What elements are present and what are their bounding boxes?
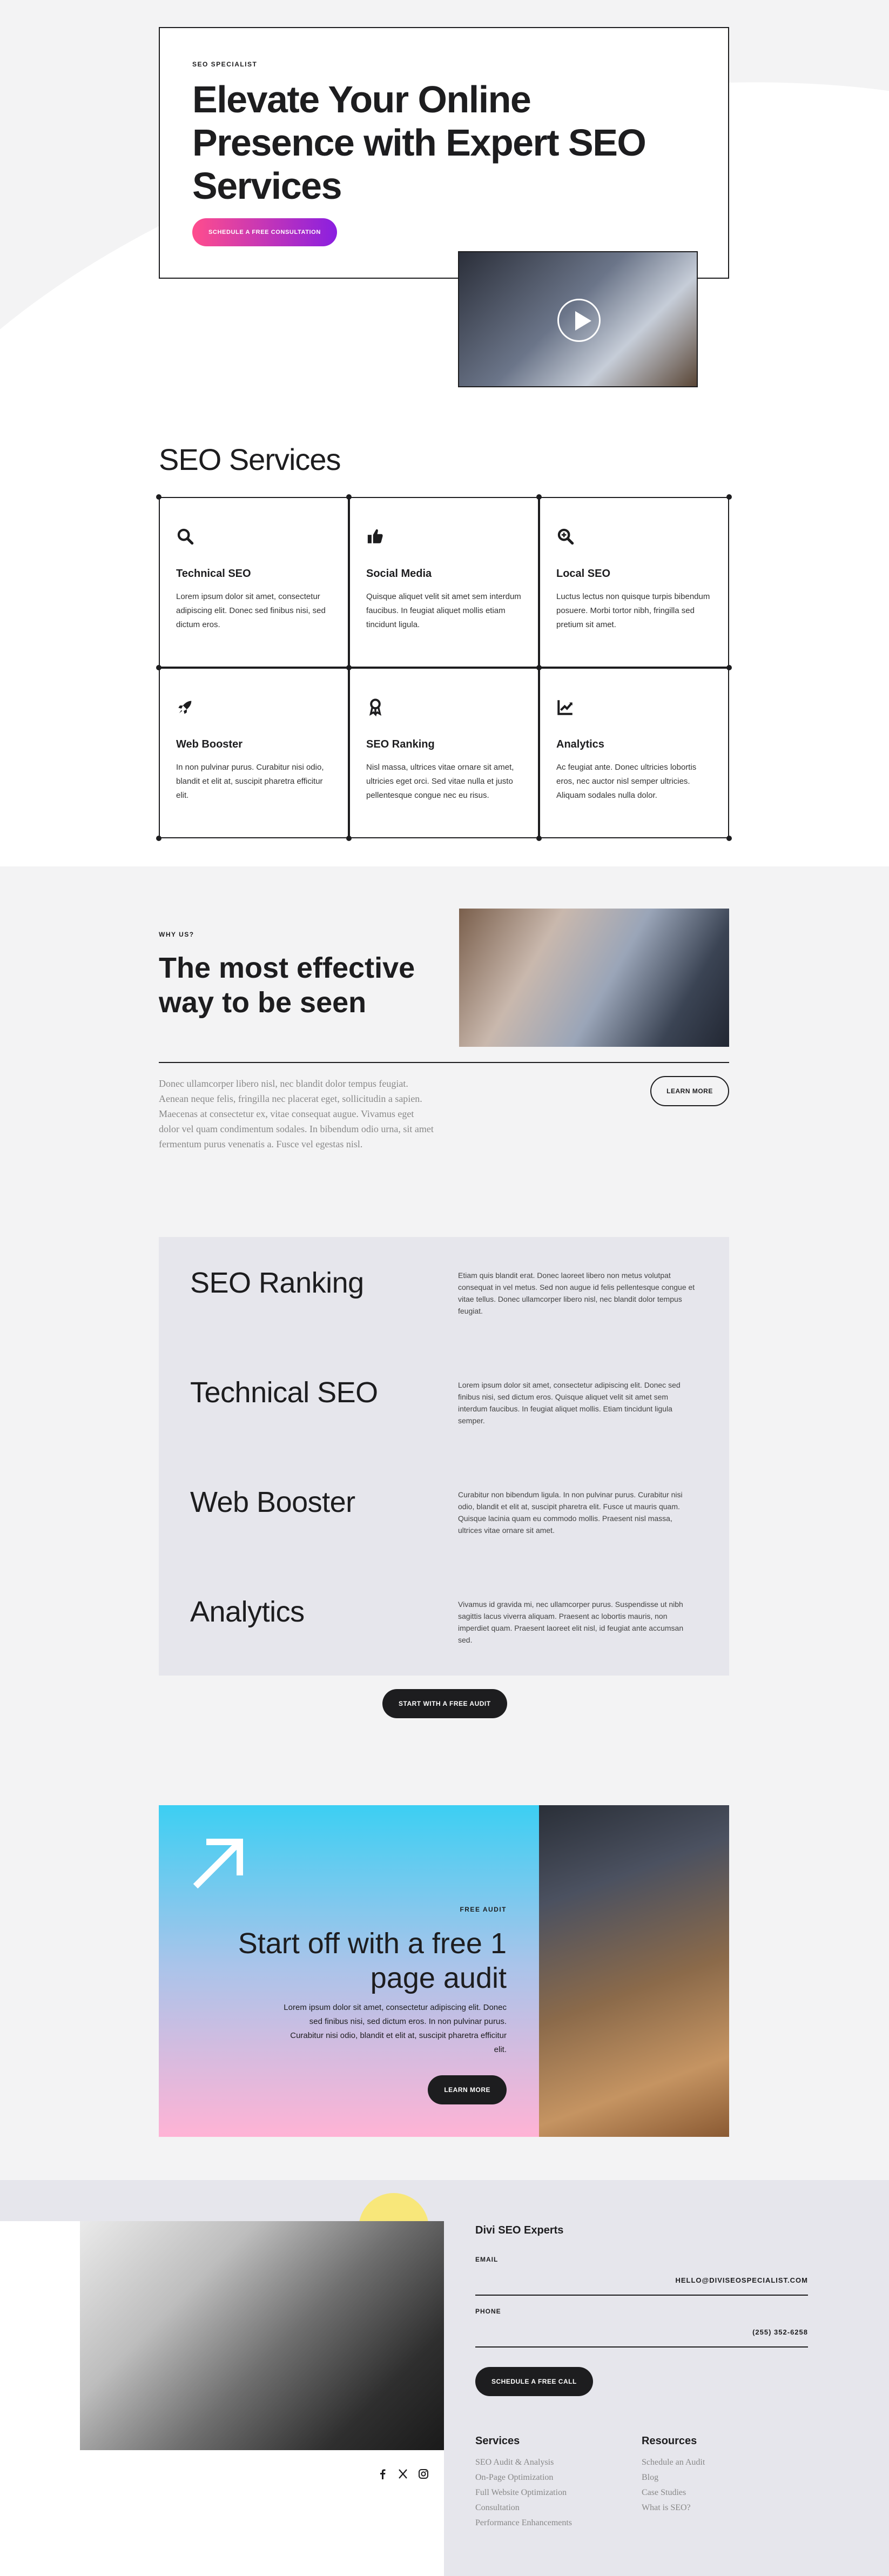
feature-text: Etiam quis blandit erat. Donec laoreet l… [458,1271,695,1315]
feature-text: Vivamus id gravida mi, nec ullamcorper p… [458,1600,684,1644]
grid-dot [536,836,542,841]
facebook-icon[interactable] [376,2467,389,2480]
feature-row-technical-seo[interactable]: Technical SEO Lorem ipsum dolor sit amet… [159,1347,729,1456]
why-title: The most effective way to be seen [159,952,415,1019]
services-heading: SEO Services [159,442,341,476]
feature-text: Curabitur non bibendum ligula. In non pu… [458,1490,683,1535]
grid-dot [346,836,352,841]
footer-link-full-website[interactable]: Full Website Optimization [475,2488,567,2498]
audit-eyebrow: FREE AUDIT [460,1906,507,1913]
schedule-consultation-button[interactable]: SCHEDULE A FREE CONSULTATION [192,218,337,246]
feature-title: Technical SEO [190,1376,378,1409]
footer-link-consultation[interactable]: Consultation [475,2503,520,2513]
why-learn-more-button[interactable]: LEARN MORE [650,1076,729,1106]
service-card-web-booster[interactable]: Web Booster In non pulvinar purus. Curab… [159,668,349,838]
footer-brand: Divi SEO Experts [475,2224,564,2236]
service-text: Nisl massa, ultrices vitae ornare sit am… [366,763,514,800]
footer-link-case-studies[interactable]: Case Studies [642,2488,686,2498]
service-text: Ac feugiat ante. Donec ultricies loborti… [556,763,697,800]
service-title: Web Booster [176,738,243,750]
grid-dot [536,665,542,670]
grid-dot [536,494,542,500]
feature-title: Analytics [190,1596,305,1628]
service-card-seo-ranking[interactable]: SEO Ranking Nisl massa, ultrices vitae o… [349,668,539,838]
services-grid: Technical SEO Lorem ipsum dolor sit amet… [156,494,732,841]
email-label: EMAIL [475,2256,499,2263]
phone-in-hands-photo [459,909,729,1047]
instagram-icon[interactable] [417,2467,430,2480]
service-card-analytics[interactable]: Analytics Ac feugiat ante. Donec ultrici… [539,668,729,838]
email-link[interactable]: HELLO@DIVISEOSPECIALIST.COM [675,2276,808,2284]
hero-video-thumbnail[interactable] [458,251,698,387]
phone-divider [475,2346,808,2348]
service-title: Social Media [366,568,432,580]
laptop-typing-photo [80,2221,444,2450]
grid-dot [156,494,161,500]
grid-dot [346,665,352,670]
grid-dot [726,494,732,500]
search-plus-icon [557,528,574,545]
footer-link-what-is-seo[interactable]: What is SEO? [642,2503,691,2513]
service-text: Quisque aliquet velit sit amet sem inter… [366,592,521,629]
free-audit-button[interactable]: START WITH A FREE AUDIT [382,1689,507,1718]
feature-row-web-booster[interactable]: Web Booster Curabitur non bibendum ligul… [159,1456,729,1566]
audit-cta-card: FREE AUDIT Start off with a free 1 page … [159,1805,539,2137]
why-divider [159,1062,729,1063]
hero-title: Elevate Your Online Presence with Expert… [192,78,646,207]
hero-card: SEO SPECIALIST Elevate Your Online Prese… [159,27,729,279]
footer-link-blog[interactable]: Blog [642,2473,658,2483]
feature-row-analytics[interactable]: Analytics Vivamus id gravida mi, nec ull… [159,1566,729,1676]
feature-row-seo-ranking[interactable]: SEO Ranking Etiam quis blandit erat. Don… [159,1237,729,1347]
footer-services-title: Services [475,2435,520,2447]
arrow-up-right-icon [193,1839,243,1889]
feature-title: SEO Ranking [190,1267,364,1299]
service-card-local-seo[interactable]: Local SEO Luctus lectus non quisque turp… [539,497,729,668]
footer-link-seo-audit[interactable]: SEO Audit & Analysis [475,2458,554,2467]
footer-link-schedule-audit[interactable]: Schedule an Audit [642,2458,705,2467]
features-panel: SEO Ranking Etiam quis blandit erat. Don… [159,1237,729,1676]
footer-link-on-page[interactable]: On-Page Optimization [475,2473,553,2483]
why-eyebrow: WHY US? [159,931,194,938]
service-text: In non pulvinar purus. Curabitur nisi od… [176,763,324,800]
rocket-icon [178,701,192,714]
service-title: Local SEO [556,568,611,580]
x-icon[interactable] [396,2467,409,2480]
footer-link-performance[interactable]: Performance Enhancements [475,2518,572,2528]
feature-title: Web Booster [190,1486,355,1518]
grid-dot [156,665,161,670]
chart-line-icon [557,700,573,715]
schedule-call-button[interactable]: SCHEDULE A FREE CALL [475,2367,593,2396]
thumbs-up-icon [367,529,383,543]
service-text: Lorem ipsum dolor sit amet, consectetur … [176,592,326,629]
service-title: SEO Ranking [366,738,435,750]
grid-dot [156,836,161,841]
service-title: Technical SEO [176,568,251,580]
play-icon [575,311,591,331]
grid-dot [726,836,732,841]
grid-dot [346,494,352,500]
phone-label: PHONE [475,2308,501,2315]
audit-text: Lorem ipsum dolor sit amet, consectetur … [284,2003,507,2054]
business-meeting-photo [539,1805,729,2137]
search-icon [177,528,194,545]
service-card-social-media[interactable]: Social Media Quisque aliquet velit sit a… [349,497,539,668]
feature-text: Lorem ipsum dolor sit amet, consectetur … [458,1381,681,1425]
why-text: Donec ullamcorper libero nisl, nec bland… [159,1078,434,1149]
play-video-button[interactable] [557,299,601,342]
audit-learn-more-button[interactable]: LEARN MORE [428,2075,507,2104]
service-card-technical-seo[interactable]: Technical SEO Lorem ipsum dolor sit amet… [159,497,349,668]
hero-eyebrow: SEO SPECIALIST [192,60,258,68]
email-divider [475,2295,808,2296]
service-text: Luctus lectus non quisque turpis bibendu… [556,592,710,629]
phone-link[interactable]: (255) 352-6258 [752,2328,808,2336]
service-title: Analytics [556,738,604,750]
award-icon [369,698,382,717]
footer-resources-title: Resources [642,2435,697,2447]
audit-title: Start off with a free 1 page audit [238,1927,507,1994]
grid-dot [726,665,732,670]
